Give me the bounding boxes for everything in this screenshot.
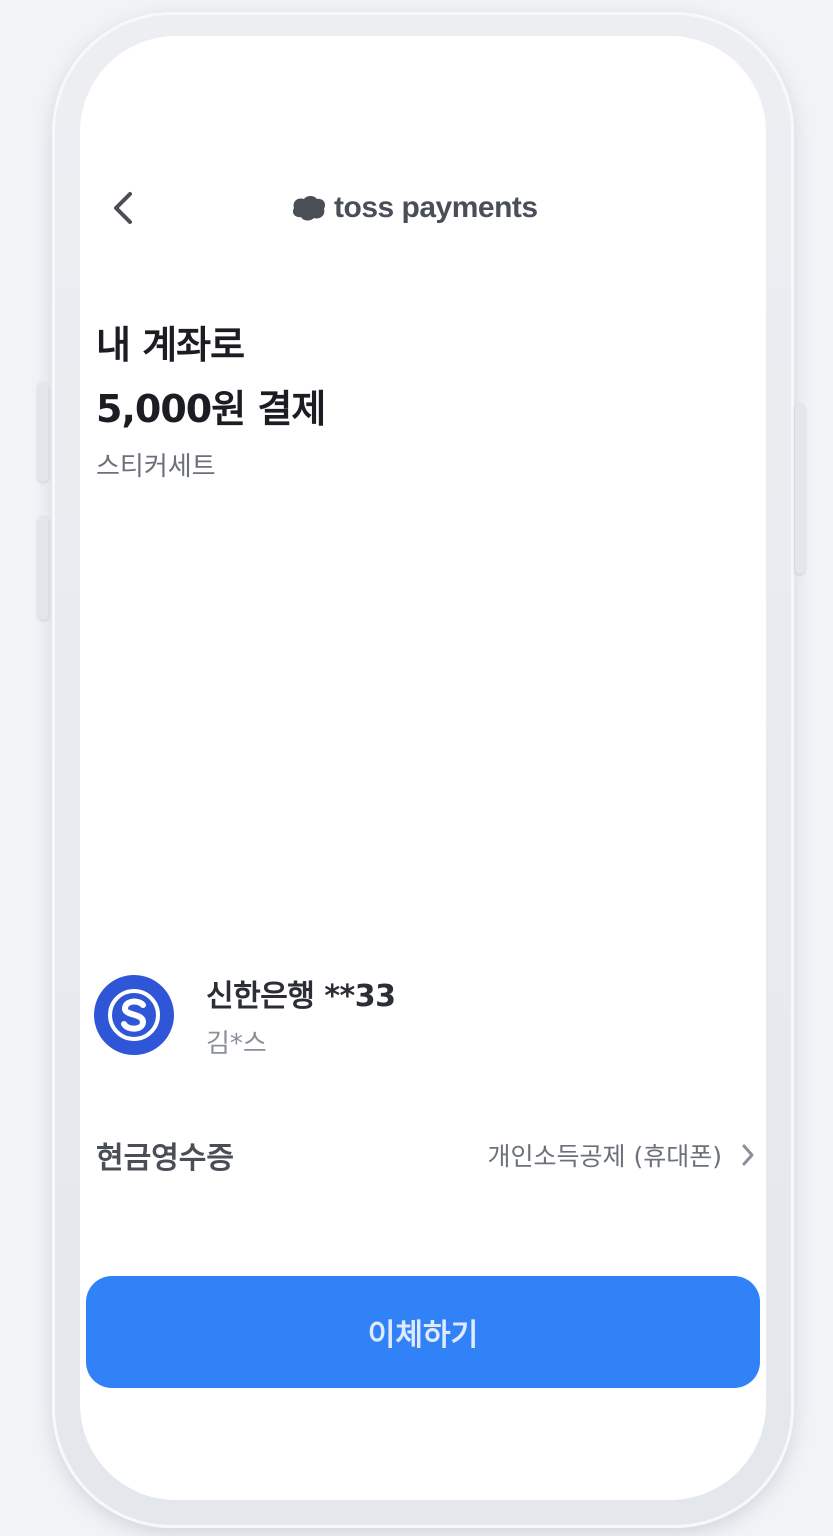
phone-side-button-left-upper [38,382,48,482]
product-name: 스티커세트 [96,452,216,482]
payment-title-line1: 내 계좌로 [96,323,245,367]
phone-side-button-left-lower [38,516,48,620]
logo-text: toss payments [334,191,538,224]
account-selector[interactable]: 신한은행 **33 김*스 [94,971,734,1060]
account-info: 신한은행 **33 김*스 [206,971,396,1060]
payment-title-amount: 5,000원 결제 [96,387,326,431]
cash-receipt-option: 개인소득공제 (휴대폰) [488,1137,756,1173]
app-screen: toss payments 내 계좌로 5,000원 결제 스티커세트 신한은행… [80,36,766,1500]
shinhan-bank-icon [94,975,174,1055]
cash-receipt-value: 개인소득공제 (휴대폰) [487,1142,722,1171]
account-name: 신한은행 **33 [206,978,396,1014]
chevron-left-icon [114,192,132,224]
back-button[interactable] [102,186,146,230]
transfer-button[interactable]: 이체하기 [86,1276,760,1388]
account-holder: 김*스 [206,1028,267,1059]
toss-payments-logo: toss payments [290,186,538,230]
phone-side-button-right [795,404,805,574]
cash-receipt-row[interactable]: 현금영수증 개인소득공제 (휴대폰) [96,1130,756,1180]
toss-logo-icon [292,196,326,221]
cash-receipt-label: 현금영수증 [96,1141,234,1176]
chevron-right-icon [742,1144,754,1166]
